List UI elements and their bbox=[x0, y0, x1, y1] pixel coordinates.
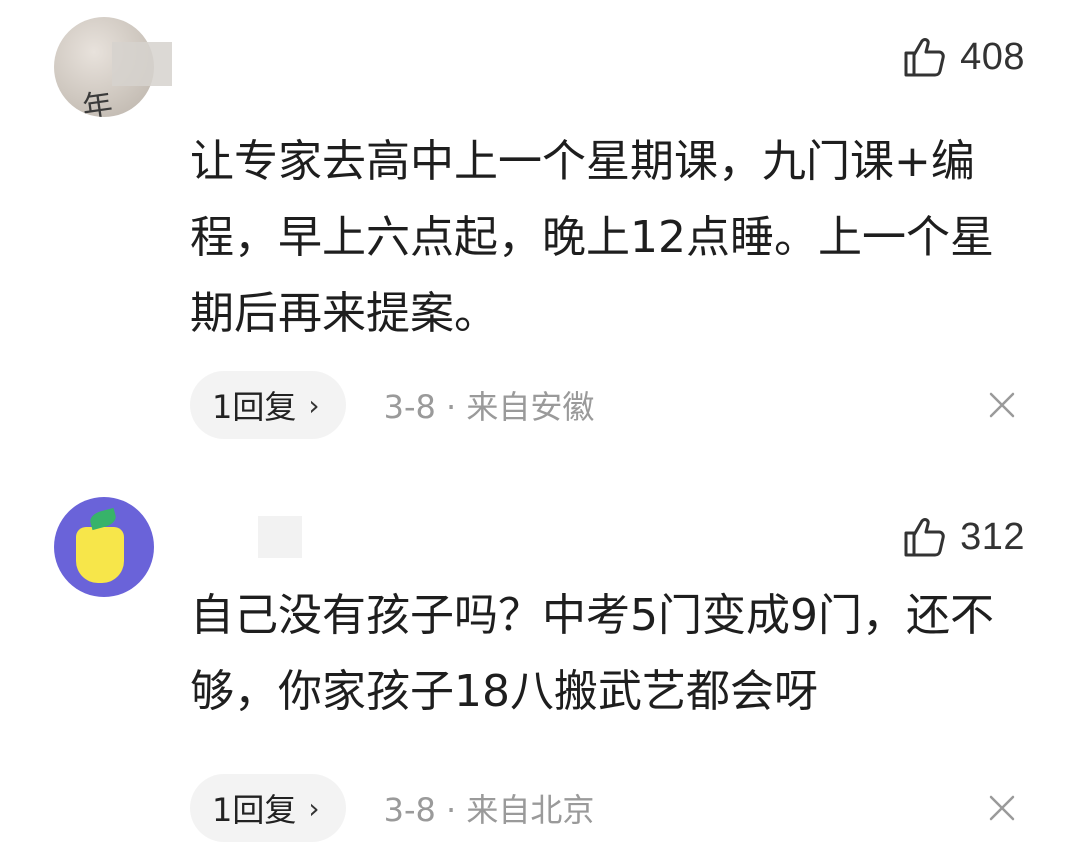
user-avatar[interactable] bbox=[54, 497, 154, 597]
reply-button[interactable]: 1回复 › bbox=[190, 774, 346, 842]
avatar-image: 年 bbox=[80, 87, 115, 117]
like-count: 312 bbox=[960, 515, 1025, 558]
close-icon[interactable] bbox=[987, 390, 1017, 420]
chevron-right-icon: › bbox=[308, 791, 320, 825]
comment-item: 年 408 让专家去高中上一个星期课，九门课+编程，早上六点起，晚上12点睡。上… bbox=[0, 0, 1077, 460]
reply-count-label: 1回复 bbox=[212, 791, 297, 829]
avatar-image bbox=[76, 527, 124, 583]
reply-count-label: 1回复 bbox=[212, 388, 297, 426]
comment-text: 让专家去高中上一个星期课，九门课+编程，早上六点起，晚上12点睡。上一个星期后再… bbox=[190, 136, 994, 339]
thumbs-up-icon bbox=[904, 38, 945, 77]
comment-text: 自己没有孩子吗？中考5门变成9门，还不够，你家孩子18八搬武艺都会呀 bbox=[190, 590, 994, 717]
thumbs-up-icon bbox=[904, 518, 945, 557]
comment-item: 312 自己没有孩子吗？中考5门变成9门，还不够，你家孩子18八搬武艺都会呀 1… bbox=[0, 480, 1077, 865]
like-count: 408 bbox=[960, 35, 1025, 78]
chevron-right-icon: › bbox=[308, 388, 320, 422]
reply-button[interactable]: 1回复 › bbox=[190, 371, 346, 439]
username-redacted bbox=[258, 516, 302, 558]
close-icon[interactable] bbox=[987, 793, 1017, 823]
username-redacted bbox=[112, 42, 172, 86]
comment-date-location: 3-8 · 来自安徽 bbox=[383, 388, 595, 426]
like-button[interactable]: 408 bbox=[900, 32, 1025, 82]
comment-date-location: 3-8 · 来自北京 bbox=[383, 791, 595, 829]
like-button[interactable]: 312 bbox=[900, 512, 1025, 562]
comment-meta-row: 1回复 › 3-8 · 来自北京 bbox=[190, 774, 594, 842]
comment-meta-row: 1回复 › 3-8 · 来自安徽 bbox=[190, 371, 594, 439]
